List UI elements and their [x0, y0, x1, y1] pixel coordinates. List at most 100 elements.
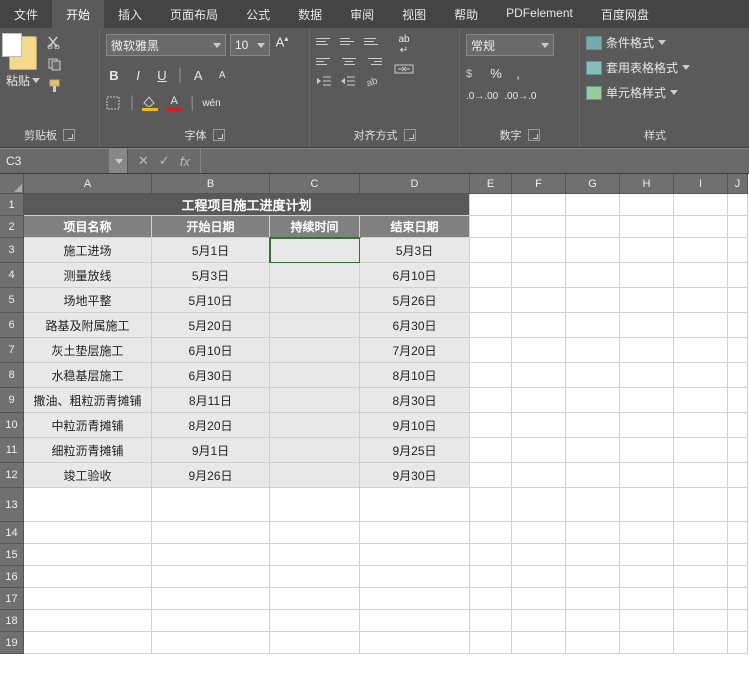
cell-C17[interactable]	[270, 588, 360, 610]
cell-I14[interactable]	[674, 522, 728, 544]
conditional-format-button[interactable]: 条件格式	[586, 34, 724, 51]
col-header-J[interactable]: J	[728, 174, 748, 194]
cell-D5[interactable]: 5月26日	[360, 288, 470, 313]
cell-C15[interactable]	[270, 544, 360, 566]
cell-C7[interactable]	[270, 338, 360, 363]
cell-C16[interactable]	[270, 566, 360, 588]
copy-button[interactable]	[46, 56, 64, 72]
format-painter-button[interactable]	[46, 78, 64, 94]
format-as-table-button[interactable]: 套用表格格式	[586, 59, 724, 76]
cell-I12[interactable]	[674, 463, 728, 488]
accounting-format-button[interactable]: $	[466, 66, 482, 81]
cell-G10[interactable]	[566, 413, 620, 438]
cell-J12[interactable]	[728, 463, 748, 488]
align-left-button[interactable]	[316, 54, 334, 68]
cell-D14[interactable]	[360, 522, 470, 544]
row-header-19[interactable]: 19	[0, 632, 24, 654]
cell-D12[interactable]: 9月30日	[360, 463, 470, 488]
font-name-combo[interactable]: 微软雅黑	[106, 34, 226, 56]
cell-C5[interactable]	[270, 288, 360, 313]
border-button[interactable]	[106, 96, 122, 110]
cell-C10[interactable]	[270, 413, 360, 438]
cell-B15[interactable]	[152, 544, 270, 566]
cell-H15[interactable]	[620, 544, 674, 566]
cell-I19[interactable]	[674, 632, 728, 654]
cell-J15[interactable]	[728, 544, 748, 566]
cell-F5[interactable]	[512, 288, 566, 313]
row-header-18[interactable]: 18	[0, 610, 24, 632]
cell-J10[interactable]	[728, 413, 748, 438]
cell-G4[interactable]	[566, 263, 620, 288]
cell-A7[interactable]: 灰土垫层施工	[24, 338, 152, 363]
col-header-D[interactable]: D	[360, 174, 470, 194]
cell-G1[interactable]	[566, 194, 620, 216]
fill-color-button[interactable]	[142, 96, 158, 111]
paste-button[interactable]: 粘贴	[6, 36, 40, 89]
cell-D4[interactable]: 6月10日	[360, 263, 470, 288]
decrease-decimal-button[interactable]: .00→.0	[504, 91, 536, 102]
cell-C19[interactable]	[270, 632, 360, 654]
cell-A19[interactable]	[24, 632, 152, 654]
cell-F14[interactable]	[512, 522, 566, 544]
cell-H9[interactable]	[620, 388, 674, 413]
cell-C13[interactable]	[270, 488, 360, 522]
cell-I6[interactable]	[674, 313, 728, 338]
cell-D9[interactable]: 8月30日	[360, 388, 470, 413]
cell-A4[interactable]: 测量放线	[24, 263, 152, 288]
row-header-1[interactable]: 1	[0, 194, 24, 216]
cell-A9[interactable]: 撒油、粗粒沥青摊铺	[24, 388, 152, 413]
decrease-font-size[interactable]: A	[214, 70, 230, 81]
cell-C9[interactable]	[270, 388, 360, 413]
cell-G14[interactable]	[566, 522, 620, 544]
cell-C2[interactable]: 持续时间	[270, 216, 360, 238]
row-header-15[interactable]: 15	[0, 544, 24, 566]
bold-button[interactable]: B	[106, 68, 122, 83]
align-top-button[interactable]	[316, 34, 334, 48]
cell-H11[interactable]	[620, 438, 674, 463]
cell-F18[interactable]	[512, 610, 566, 632]
cell-I2[interactable]	[674, 216, 728, 238]
cell-H18[interactable]	[620, 610, 674, 632]
cell-G7[interactable]	[566, 338, 620, 363]
orientation-button[interactable]: ab	[364, 74, 382, 88]
tab-视图[interactable]: 视图	[388, 0, 440, 28]
row-header-14[interactable]: 14	[0, 522, 24, 544]
cell-C8[interactable]	[270, 363, 360, 388]
align-right-button[interactable]	[364, 54, 382, 68]
cell-F13[interactable]	[512, 488, 566, 522]
cell-E15[interactable]	[470, 544, 512, 566]
cell-D2[interactable]: 结束日期	[360, 216, 470, 238]
increase-font-button[interactable]: A▴	[274, 34, 290, 56]
cell-I1[interactable]	[674, 194, 728, 216]
cell-J13[interactable]	[728, 488, 748, 522]
cell-H13[interactable]	[620, 488, 674, 522]
cell-I11[interactable]	[674, 438, 728, 463]
cell-H14[interactable]	[620, 522, 674, 544]
cell-H8[interactable]	[620, 363, 674, 388]
cell-G5[interactable]	[566, 288, 620, 313]
align-bottom-button[interactable]	[364, 34, 382, 48]
cell-A17[interactable]	[24, 588, 152, 610]
cell-H12[interactable]	[620, 463, 674, 488]
increase-font-size[interactable]: A	[190, 68, 206, 83]
cell-G18[interactable]	[566, 610, 620, 632]
cell-A15[interactable]	[24, 544, 152, 566]
cell-E16[interactable]	[470, 566, 512, 588]
cell-H4[interactable]	[620, 263, 674, 288]
cell-F15[interactable]	[512, 544, 566, 566]
cell-F19[interactable]	[512, 632, 566, 654]
cell-J18[interactable]	[728, 610, 748, 632]
cell-F17[interactable]	[512, 588, 566, 610]
cell-C18[interactable]	[270, 610, 360, 632]
tab-页面布局[interactable]: 页面布局	[156, 0, 232, 28]
cell-B10[interactable]: 8月20日	[152, 413, 270, 438]
cell-E10[interactable]	[470, 413, 512, 438]
cell-D15[interactable]	[360, 544, 470, 566]
cell-A10[interactable]: 中粒沥青摊铺	[24, 413, 152, 438]
col-header-E[interactable]: E	[470, 174, 512, 194]
tab-数据[interactable]: 数据	[284, 0, 336, 28]
cell-J3[interactable]	[728, 238, 748, 263]
row-header-10[interactable]: 10	[0, 413, 24, 438]
cell-A18[interactable]	[24, 610, 152, 632]
cell-I17[interactable]	[674, 588, 728, 610]
